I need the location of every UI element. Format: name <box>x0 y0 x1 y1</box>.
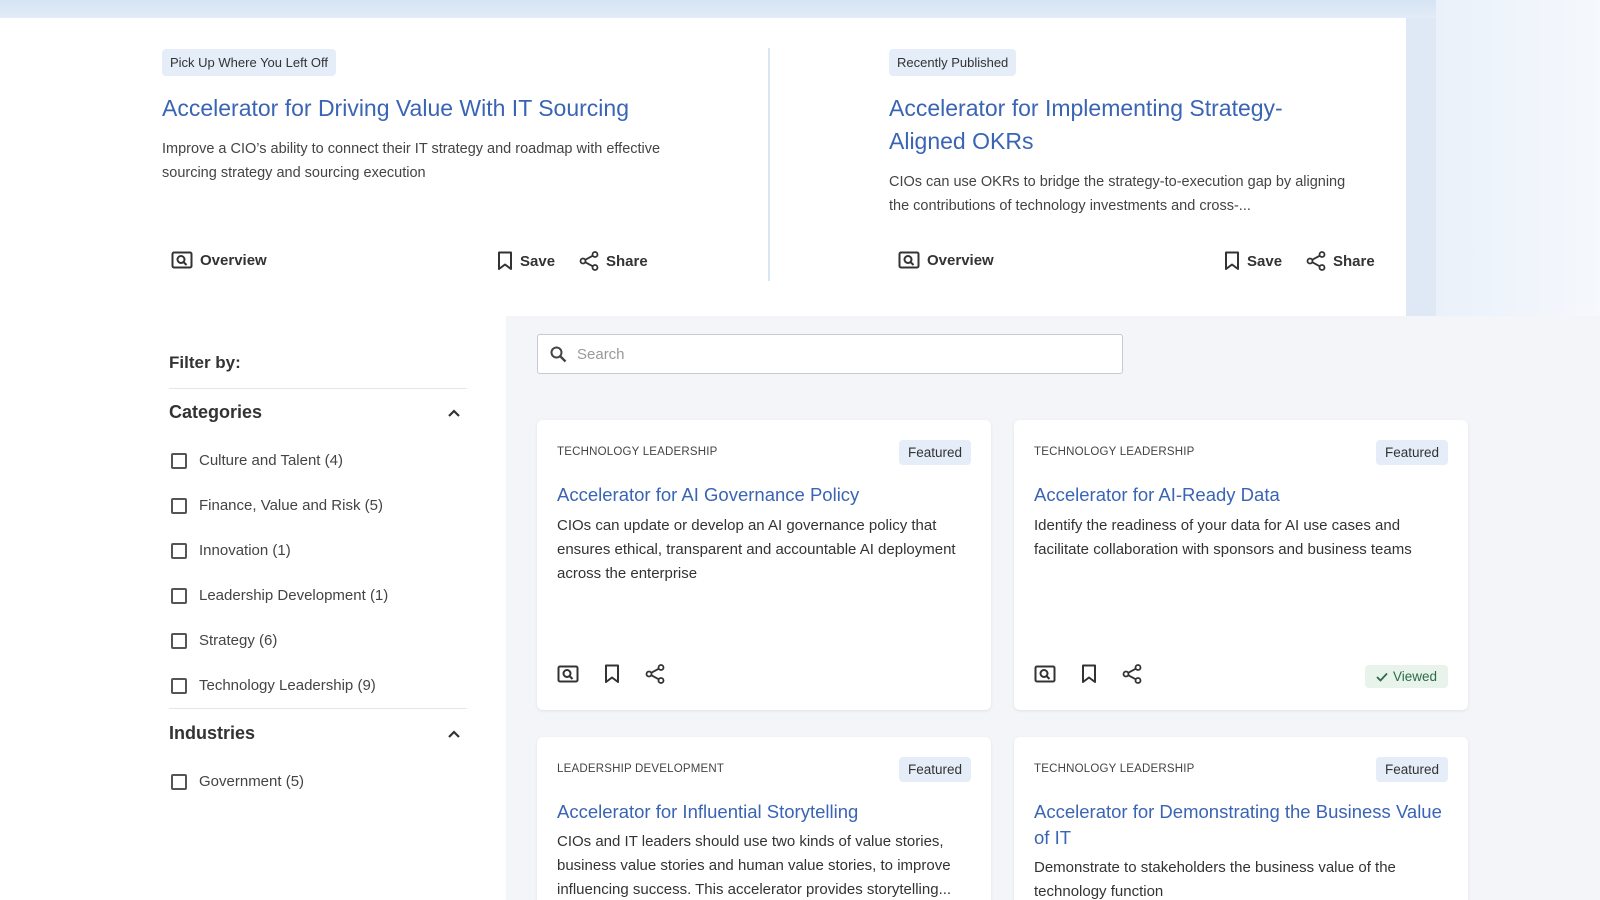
categories-toggle[interactable]: Categories <box>169 402 467 423</box>
featured-badge: Featured <box>1375 757 1448 782</box>
filter-option[interactable]: Government (5) <box>171 773 304 790</box>
overview-icon[interactable] <box>1034 665 1056 688</box>
bookmark-icon[interactable] <box>1081 664 1097 689</box>
card-description: Identify the readiness of your data for … <box>1034 517 1412 558</box>
chevron-up-icon <box>448 408 460 417</box>
share-button[interactable]: Share <box>1306 251 1375 271</box>
top-banner-strip <box>0 0 1600 18</box>
card-title-link[interactable]: Accelerator for Influential Storytelling <box>557 799 967 825</box>
viewed-label: Viewed <box>1392 669 1437 684</box>
industries-toggle[interactable]: Industries <box>169 723 467 744</box>
save-label: Save <box>1247 252 1283 270</box>
hero-pill: Pick Up Where You Left Off <box>162 49 337 76</box>
hero-description: Improve a CIO’s ability to connect their… <box>162 141 661 181</box>
save-label: Save <box>520 252 556 270</box>
checkbox[interactable] <box>171 542 187 559</box>
bookmark-icon <box>1225 251 1239 270</box>
categories-label: Categories <box>169 402 263 422</box>
card-actions <box>1034 664 1142 689</box>
card-category: TECHNOLOGY LEADERSHIP <box>1034 446 1195 458</box>
industries-label: Industries <box>169 723 256 743</box>
hero-pill: Recently Published <box>889 49 1017 76</box>
checkbox[interactable] <box>171 452 187 469</box>
hero-divider <box>768 48 770 281</box>
check-icon <box>1376 672 1388 682</box>
filter-option-label: Innovation (1) <box>199 542 291 559</box>
filter-option[interactable]: Innovation (1) <box>171 542 291 559</box>
share-icon[interactable] <box>645 664 665 689</box>
filter-option-label: Leadership Development (1) <box>199 587 389 604</box>
hero-description: CIOs can use OKRs to bridge the strategy… <box>889 174 1346 214</box>
card-description: CIOs can update or develop an AI governa… <box>557 517 956 582</box>
hero-title-link[interactable]: Accelerator for Implementing Strategy-Al… <box>889 92 1329 158</box>
divider <box>169 388 467 389</box>
card-category: TECHNOLOGY LEADERSHIP <box>557 446 718 458</box>
card-category: TECHNOLOGY LEADERSHIP <box>1034 763 1195 775</box>
bookmark-icon <box>498 251 512 270</box>
share-icon[interactable] <box>1122 664 1142 689</box>
search-input[interactable] <box>577 345 1097 363</box>
checkbox[interactable] <box>171 632 187 649</box>
save-button[interactable]: Save <box>497 251 555 271</box>
overview-button[interactable]: Overview <box>171 251 267 269</box>
filter-option[interactable]: Culture and Talent (4) <box>171 452 343 469</box>
card-description: CIOs and IT leaders should use two kinds… <box>557 833 952 898</box>
filter-option-label: Finance, Value and Risk (5) <box>199 497 383 514</box>
chevron-up-icon <box>448 729 460 738</box>
viewed-badge: Viewed <box>1364 665 1448 688</box>
filter-option[interactable]: Finance, Value and Risk (5) <box>171 497 383 514</box>
filter-option[interactable]: Technology Leadership (9) <box>171 677 376 694</box>
featured-badge: Featured <box>898 757 971 782</box>
search-icon <box>550 346 567 362</box>
bookmark-icon[interactable] <box>604 664 620 689</box>
share-button[interactable]: Share <box>579 251 648 271</box>
card-title-link[interactable]: Accelerator for AI Governance Policy <box>557 482 967 508</box>
save-button[interactable]: Save <box>1224 251 1282 271</box>
filter-option-label: Strategy (6) <box>199 632 278 649</box>
filter-option-label: Technology Leadership (9) <box>199 677 376 694</box>
card-description: Demonstrate to stakeholders the business… <box>1034 859 1396 900</box>
overview-button[interactable]: Overview <box>898 251 994 269</box>
overview-label: Overview <box>200 251 267 269</box>
overview-icon <box>171 251 193 269</box>
checkbox[interactable] <box>171 773 187 790</box>
overview-icon[interactable] <box>557 665 579 688</box>
card-title-link[interactable]: Accelerator for Demonstrating the Busine… <box>1034 799 1444 851</box>
hero-title-link[interactable]: Accelerator for Driving Value With IT So… <box>162 92 682 125</box>
checkbox[interactable] <box>171 587 187 604</box>
hero-panel: Pick Up Where You Left Off Accelerator f… <box>0 18 1406 316</box>
share-icon <box>579 251 599 271</box>
checkbox[interactable] <box>171 677 187 694</box>
search-box <box>537 334 1123 374</box>
overview-icon <box>898 251 920 269</box>
overview-label: Overview <box>927 251 994 269</box>
scroll-rail <box>1406 18 1436 316</box>
checkbox[interactable] <box>171 497 187 514</box>
filter-option-label: Government (5) <box>199 773 305 790</box>
share-label: Share <box>1333 252 1375 270</box>
filter-option[interactable]: Strategy (6) <box>171 632 277 649</box>
share-label: Share <box>606 252 648 270</box>
divider <box>169 708 467 709</box>
featured-badge: Featured <box>1375 440 1448 465</box>
filter-heading: Filter by: <box>169 353 241 372</box>
filter-option-label: Culture and Talent (4) <box>199 452 343 469</box>
filter-option[interactable]: Leadership Development (1) <box>171 587 388 604</box>
featured-badge: Featured <box>898 440 971 465</box>
share-icon <box>1306 251 1326 271</box>
card-title-link[interactable]: Accelerator for AI-Ready Data <box>1034 482 1444 508</box>
result-card: TECHNOLOGY LEADERSHIP Featured Accelerat… <box>1014 420 1468 710</box>
right-background <box>1436 0 1600 316</box>
card-category: LEADERSHIP DEVELOPMENT <box>557 763 725 775</box>
result-card: LEADERSHIP DEVELOPMENT Featured Accelera… <box>537 737 991 900</box>
card-actions <box>557 664 665 689</box>
result-card: TECHNOLOGY LEADERSHIP Featured Accelerat… <box>1014 737 1468 900</box>
result-card: TECHNOLOGY LEADERSHIP Featured Accelerat… <box>537 420 991 710</box>
